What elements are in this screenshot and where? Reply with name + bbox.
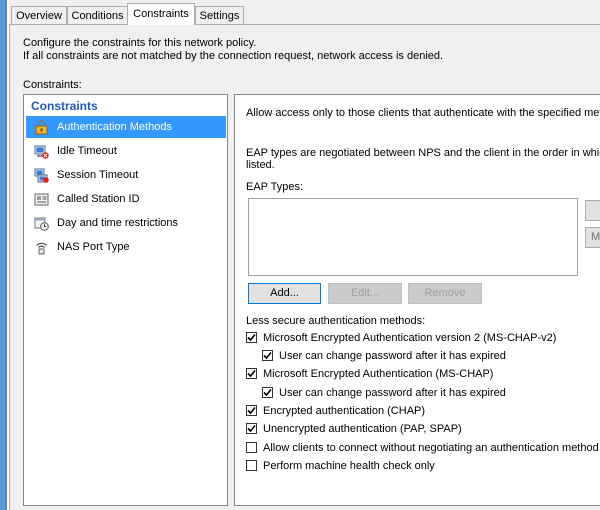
move-up-button[interactable]: [585, 200, 600, 221]
less-secure-label: Less secure authentication methods:: [246, 315, 426, 327]
checkmark-icon: [247, 369, 256, 378]
list-item-label: NAS Port Type: [57, 241, 130, 253]
eap-note-line-2: listed.: [246, 159, 275, 171]
move-down-button[interactable]: M: [585, 227, 600, 248]
eap-types-label: EAP Types:: [246, 181, 304, 193]
list-item-called-station-id[interactable]: Called Station ID: [26, 188, 226, 210]
tab-overview[interactable]: Overview: [11, 6, 67, 24]
checkbox-checked[interactable]: [246, 332, 257, 343]
list-item-day-and-time-restrictions[interactable]: Day and time restrictions: [26, 212, 226, 234]
option-label: Unencrypted authentication (PAP, SPAP): [263, 423, 462, 435]
description-line-2: If all constraints are not matched by th…: [23, 50, 444, 62]
list-item-session-timeout[interactable]: Session Timeout: [26, 164, 226, 186]
description-line-1: Configure the constraints for this netwo…: [23, 37, 257, 49]
idle-timeout-icon: [34, 145, 49, 159]
session-timeout-icon: [34, 168, 49, 183]
window-border-inner: [5, 0, 7, 510]
list-item-label: Day and time restrictions: [57, 217, 179, 229]
list-item-label: Called Station ID: [57, 193, 140, 205]
add-button[interactable]: Add...: [248, 283, 321, 304]
port-type-icon: [36, 242, 47, 255]
list-item-label: Session Timeout: [57, 169, 139, 181]
option-label: User can change password after it has ex…: [279, 387, 506, 399]
list-item-idle-timeout[interactable]: Idle Timeout: [26, 140, 226, 162]
eap-note-line-1: EAP types are negotiated between NPS and…: [246, 147, 600, 159]
checkbox-checked[interactable]: [246, 423, 257, 434]
checkmark-icon: [263, 351, 272, 360]
list-item-nas-port-type[interactable]: NAS Port Type: [26, 236, 226, 258]
lock-icon: [35, 120, 48, 135]
list-item-label: Authentication Methods: [57, 121, 172, 133]
checkmark-icon: [247, 406, 256, 415]
option-label: Perform machine health check only: [263, 460, 435, 472]
station-id-icon: [34, 193, 49, 206]
option-label: Microsoft Encrypted Authentication (MS-C…: [263, 368, 494, 380]
option-label: Encrypted authentication (CHAP): [263, 405, 426, 417]
checkbox-checked[interactable]: [246, 368, 257, 379]
checkbox-checked[interactable]: [262, 387, 273, 398]
constraints-list[interactable]: Constraints Authentication Methods Idle …: [23, 94, 228, 506]
constraints-label: Constraints:: [23, 79, 82, 91]
tab-conditions[interactable]: Conditions: [67, 6, 128, 24]
constraints-list-header: Constraints: [31, 99, 98, 113]
list-item-label: Idle Timeout: [57, 145, 117, 157]
list-item-authentication-methods[interactable]: Authentication Methods: [26, 116, 226, 138]
tab-settings[interactable]: Settings: [195, 6, 244, 24]
checkbox-unchecked[interactable]: [246, 460, 257, 471]
edit-button[interactable]: Edit...: [328, 283, 402, 304]
checkmark-icon: [263, 388, 272, 397]
pane-intro-text: Allow access only to those clients that …: [246, 107, 600, 119]
checkbox-unchecked[interactable]: [246, 442, 257, 453]
option-label: Microsoft Encrypted Authentication versi…: [263, 332, 557, 344]
eap-types-list[interactable]: [248, 198, 578, 276]
checkbox-checked[interactable]: [246, 405, 257, 416]
option-label: User can change password after it has ex…: [279, 350, 506, 362]
tab-constraints[interactable]: Constraints: [127, 3, 195, 25]
checkbox-checked[interactable]: [262, 350, 273, 361]
remove-button[interactable]: Remove: [408, 283, 482, 304]
checkmark-icon: [247, 424, 256, 433]
clock-icon: [34, 217, 49, 231]
checkmark-icon: [247, 333, 256, 342]
option-label: Allow clients to connect without negotia…: [263, 442, 599, 454]
